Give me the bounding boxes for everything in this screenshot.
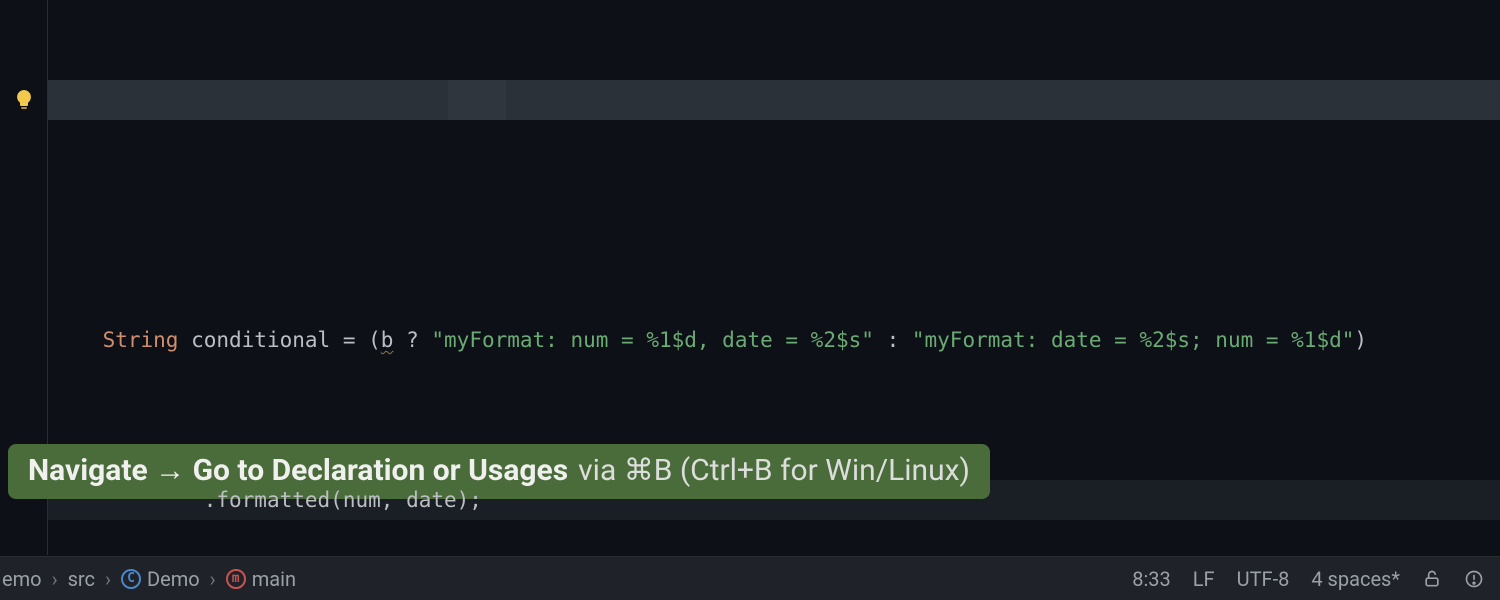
lightbulb-icon[interactable] xyxy=(12,88,36,112)
breadcrumb-item-method[interactable]: m main xyxy=(226,567,296,591)
text-selection xyxy=(448,80,506,120)
tip-shortcut: via ⌘B (Ctrl+B for Win/Linux) xyxy=(578,452,970,490)
code-editor[interactable]: String conditional = (b ? "myFormat: num… xyxy=(0,0,1500,555)
chevron-right-icon: › xyxy=(210,567,216,591)
method-icon: m xyxy=(226,569,246,589)
file-encoding[interactable]: UTF-8 xyxy=(1237,567,1290,591)
current-line-highlight xyxy=(48,80,1500,120)
status-right: 8:33 LF UTF-8 4 spaces* xyxy=(1132,567,1500,591)
chevron-right-icon: › xyxy=(52,567,58,591)
code-line-1: String conditional = (b ? "myFormat: num… xyxy=(48,280,1500,360)
chevron-right-icon: › xyxy=(105,567,111,591)
lock-open-icon[interactable] xyxy=(1422,569,1442,589)
warning-circle-icon[interactable] xyxy=(1464,569,1484,589)
class-icon: C xyxy=(121,569,141,589)
breadcrumb[interactable]: emo › src › C Demo › m main xyxy=(0,567,1132,591)
status-bar: emo › src › C Demo › m main 8:33 LF UTF-… xyxy=(0,556,1500,600)
line-separator[interactable]: LF xyxy=(1193,567,1215,591)
cursor-position[interactable]: 8:33 xyxy=(1132,567,1171,591)
tip-action: Navigate → Go to Declaration or Usages xyxy=(28,452,568,490)
breadcrumb-item-project[interactable]: emo xyxy=(2,567,42,591)
indent-settings[interactable]: 4 spaces* xyxy=(1311,567,1400,591)
breadcrumb-item-src[interactable]: src xyxy=(68,567,95,591)
breadcrumb-item-class[interactable]: C Demo xyxy=(121,567,200,591)
